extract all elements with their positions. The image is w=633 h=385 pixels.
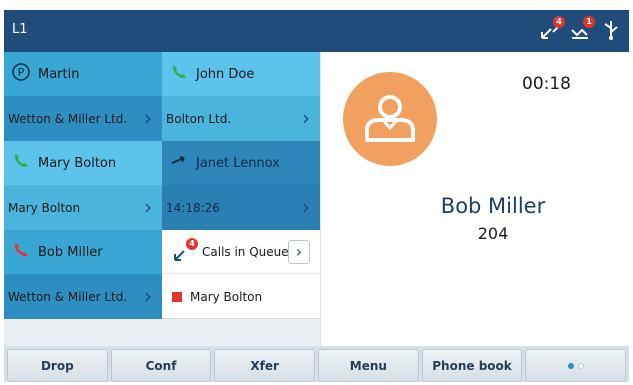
avatar (343, 72, 437, 166)
dss-key-martin[interactable]: P Martin Wetton & Miller Ltd. › (4, 52, 162, 141)
park-icon: P (12, 63, 30, 85)
speed-dial-grid: P Martin Wetton & Miller Ltd. › John Doe… (4, 52, 320, 320)
missed-call-icon[interactable]: 4 (539, 16, 565, 42)
user-icon (365, 95, 415, 142)
phone-icon (170, 63, 188, 85)
call-duration: 14:18:26 (166, 200, 220, 215)
caller-name: Bob Miller (440, 194, 546, 218)
chevron-right-icon[interactable]: › (144, 197, 152, 217)
dss-key-mary-bolton[interactable]: Mary Bolton Mary Bolton › (4, 141, 162, 230)
page-dot (577, 362, 584, 369)
contact-company: Mary Bolton (8, 200, 81, 215)
usb-icon (599, 18, 623, 42)
queue-open-button[interactable]: › (288, 240, 310, 264)
queue-member-name: Mary Bolton (190, 289, 263, 304)
status-icons: 4 1 (539, 16, 623, 42)
contact-company: Wetton & Miller Ltd. (8, 111, 128, 126)
phone-screen: L1 4 1 P Martin Wetton & Miller Ltd. › J… (4, 10, 629, 382)
softkey-bar: Drop Conf Xfer Menu Phone book (4, 346, 629, 382)
chevron-right-icon[interactable]: › (302, 197, 310, 217)
phone-red-icon (12, 241, 30, 263)
menu-button[interactable]: Menu (318, 349, 419, 382)
chevron-right-icon[interactable]: › (144, 286, 152, 306)
call-timer: 00:18 (522, 74, 571, 94)
svg-text:P: P (18, 66, 25, 79)
caller-extension: 204 (477, 224, 509, 243)
missed-call-icon: 4 (172, 237, 198, 263)
active-call-panel: 00:18 Bob Miller 204 (320, 52, 629, 346)
contact-company: Wetton & Miller Ltd. (8, 289, 128, 304)
contact-name: Bob Miller (38, 244, 103, 260)
status-bar: L1 4 1 (4, 10, 629, 52)
contact-name: John Doe (196, 66, 255, 82)
contact-name: Mary Bolton (38, 155, 117, 171)
chevron-right-icon[interactable]: › (144, 108, 152, 128)
chevron-right-icon[interactable]: › (302, 108, 310, 128)
call-queue-key[interactable]: 4 Calls in Queue: 4 › Mary Bolton (162, 230, 320, 319)
missed-call-badge: 4 (553, 16, 565, 28)
contact-name: Martin (38, 66, 80, 82)
queue-badge: 4 (186, 237, 198, 250)
page-dot-active (567, 362, 574, 369)
phone-icon (12, 152, 30, 174)
line-label: L1 (12, 22, 28, 37)
call-forward-icon (170, 152, 188, 174)
page-indicator (567, 362, 584, 369)
busy-status-icon (172, 291, 182, 302)
transfer-button[interactable]: Xfer (214, 349, 316, 382)
more-softkeys-button[interactable] (525, 349, 627, 382)
dss-key-john-doe[interactable]: John Doe Bolton Ltd. › (162, 52, 320, 141)
dss-key-janet-lennox[interactable]: Janet Lennox 14:18:26 › (162, 141, 320, 230)
drop-button[interactable]: Drop (7, 349, 108, 382)
contact-company: Bolton Ltd. (166, 111, 232, 126)
contact-name: Janet Lennox (196, 155, 281, 171)
queue-member[interactable]: Mary Bolton (162, 274, 320, 318)
dss-key-bob-miller[interactable]: Bob Miller Wetton & Miller Ltd. › (4, 230, 162, 319)
voicemail-badge: 1 (583, 16, 595, 28)
phone-book-button[interactable]: Phone book (421, 349, 523, 382)
grid-empty-area (4, 320, 320, 346)
conference-button[interactable]: Conf (110, 349, 212, 382)
voicemail-icon[interactable]: 1 (569, 16, 595, 42)
